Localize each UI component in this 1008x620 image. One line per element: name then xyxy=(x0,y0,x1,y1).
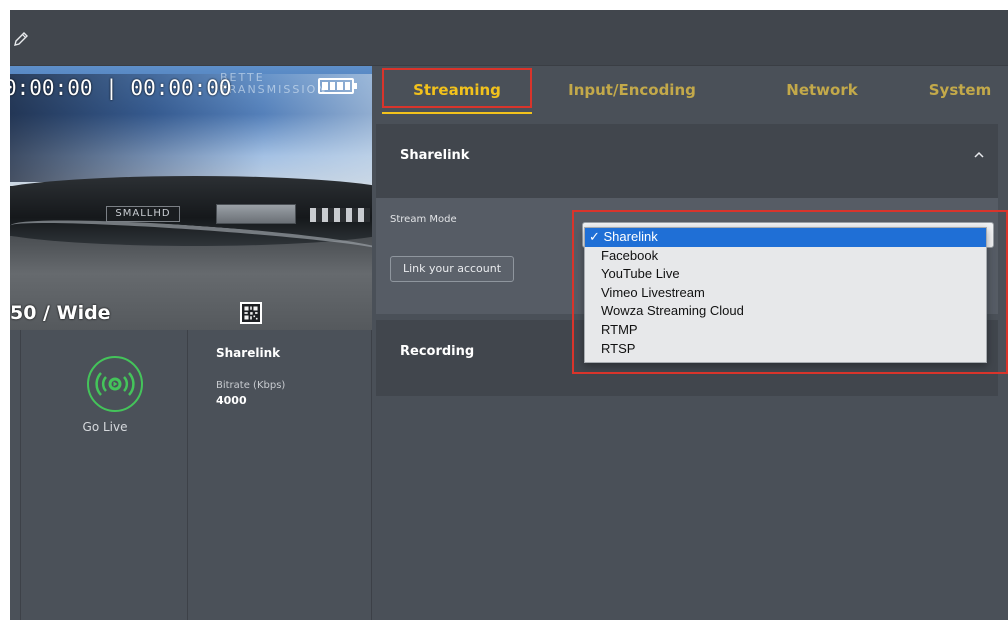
option-wowza-streaming-cloud[interactable]: Wowza Streaming Cloud xyxy=(585,302,986,321)
bitrate-label: Bitrate (Kbps) xyxy=(216,380,286,391)
tab-input-encoding[interactable]: Input/Encoding xyxy=(552,66,712,120)
battery-icon xyxy=(318,78,357,94)
preview-pins xyxy=(310,208,370,222)
device-label: SMALLHD xyxy=(106,206,180,222)
preview-connector xyxy=(216,204,296,224)
stream-mode-label: Stream Mode xyxy=(390,214,457,225)
option-rtsp[interactable]: RTSP xyxy=(585,340,986,359)
tab-system[interactable]: System xyxy=(912,66,1008,120)
sharelink-card-title: Sharelink xyxy=(400,148,470,163)
go-live-label: Go Live xyxy=(82,420,128,434)
stream-destination-title: Sharelink xyxy=(216,346,281,360)
active-tab-underline xyxy=(382,112,532,114)
go-live-button[interactable] xyxy=(87,356,143,412)
tab-network[interactable]: Network xyxy=(762,66,882,120)
page-margin xyxy=(0,0,10,620)
option-rtmp[interactable]: RTMP xyxy=(585,321,986,340)
stream-mode-dropdown: ✓ Sharelink Facebook YouTube Live Vimeo … xyxy=(584,227,987,363)
left-pane: SMALLHD BETTE TRANSMISSION 0:00:00 | 00:… xyxy=(10,66,372,620)
pencil-icon[interactable] xyxy=(12,30,30,48)
lens-label: 50 / Wide xyxy=(10,302,111,324)
chevron-up-icon[interactable] xyxy=(974,150,984,160)
option-sharelink[interactable]: ✓ Sharelink xyxy=(585,228,986,247)
stream-info-panel: Sharelink Bitrate (Kbps) 4000 xyxy=(190,330,372,620)
go-live-panel: Go Live xyxy=(20,330,188,620)
option-facebook[interactable]: Facebook xyxy=(585,247,986,266)
settings-tabs: Streaming Input/Encoding Network System xyxy=(372,66,1008,120)
link-account-button[interactable]: Link your account xyxy=(390,256,514,282)
recording-card-title: Recording xyxy=(400,344,475,359)
camera-preview: SMALLHD BETTE TRANSMISSION 0:00:00 | 00:… xyxy=(10,66,372,330)
option-youtube-live[interactable]: YouTube Live xyxy=(585,265,986,284)
option-vimeo-livestream[interactable]: Vimeo Livestream xyxy=(585,284,986,303)
top-bar xyxy=(10,10,1008,66)
bitrate-value: 4000 xyxy=(216,394,247,407)
timecode: 0:00:00 | 00:00:00 xyxy=(10,76,232,100)
broadcast-icon xyxy=(95,372,135,396)
qr-code-icon[interactable] xyxy=(240,302,262,324)
